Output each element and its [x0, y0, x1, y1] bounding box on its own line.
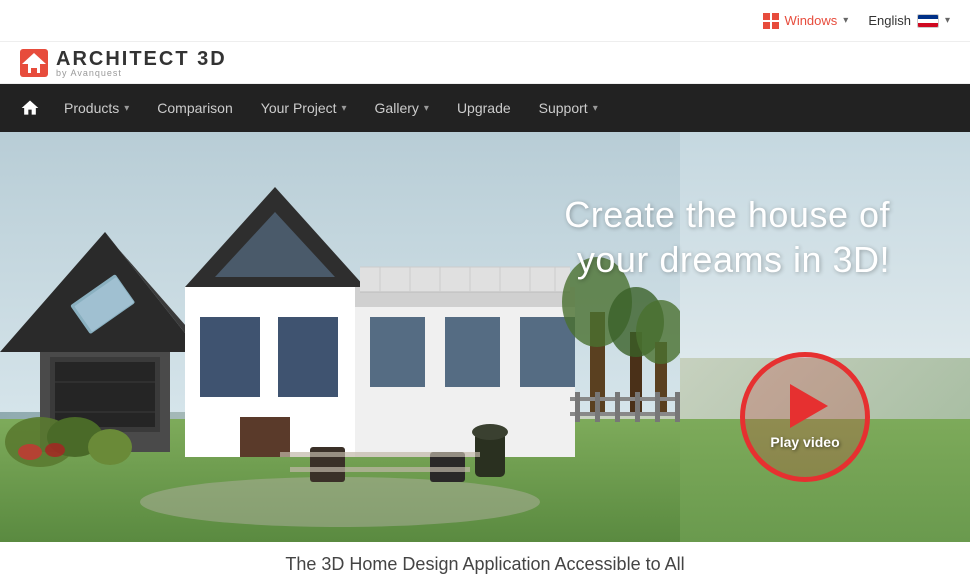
nav-home-button[interactable]: [10, 84, 50, 132]
nav-support[interactable]: Support ▾: [525, 84, 612, 132]
language-selector[interactable]: English ▾: [868, 13, 950, 28]
nav-products[interactable]: Products ▾: [50, 84, 143, 132]
language-chevron-icon: ▾: [945, 15, 950, 26]
language-label: English: [868, 13, 911, 28]
tagline: The 3D Home Design Application Accessibl…: [0, 542, 970, 587]
windows-icon: [763, 13, 779, 29]
brand-name: ARCHITECT 3D: [56, 48, 227, 70]
hero-section: Create the house of your dreams in 3D! P…: [0, 132, 970, 542]
logo-house-icon: [20, 49, 48, 77]
windows-selector[interactable]: Windows ▾: [763, 13, 849, 29]
flag-icon: [917, 14, 939, 28]
gallery-chevron-icon: ▾: [424, 103, 429, 114]
nav-your-project[interactable]: Your Project ▾: [247, 84, 361, 132]
support-chevron-icon: ▾: [593, 103, 598, 114]
windows-chevron-icon: ▾: [843, 15, 848, 26]
play-video-label: Play video: [770, 434, 839, 450]
nav-upgrade[interactable]: Upgrade: [443, 84, 525, 132]
logo[interactable]: ARCHITECT 3D by Avanquest: [20, 48, 227, 78]
play-triangle-icon: [790, 384, 828, 428]
navbar: Products ▾ Comparison Your Project ▾ Gal…: [0, 84, 970, 132]
nav-comparison[interactable]: Comparison: [143, 84, 246, 132]
your-project-chevron-icon: ▾: [342, 103, 347, 114]
logo-bar: ARCHITECT 3D by Avanquest: [0, 42, 970, 84]
hero-headline-line2: your dreams in 3D!: [577, 239, 890, 280]
windows-label: Windows: [785, 13, 838, 28]
hero-headline: Create the house of your dreams in 3D!: [564, 192, 890, 282]
tagline-text: The 3D Home Design Application Accessibl…: [285, 554, 684, 575]
play-video-button[interactable]: Play video: [740, 352, 870, 482]
home-icon: [20, 98, 40, 118]
products-chevron-icon: ▾: [124, 103, 129, 114]
nav-gallery[interactable]: Gallery ▾: [361, 84, 443, 132]
top-bar: Windows ▾ English ▾: [0, 0, 970, 42]
hero-headline-line1: Create the house of: [564, 194, 890, 235]
